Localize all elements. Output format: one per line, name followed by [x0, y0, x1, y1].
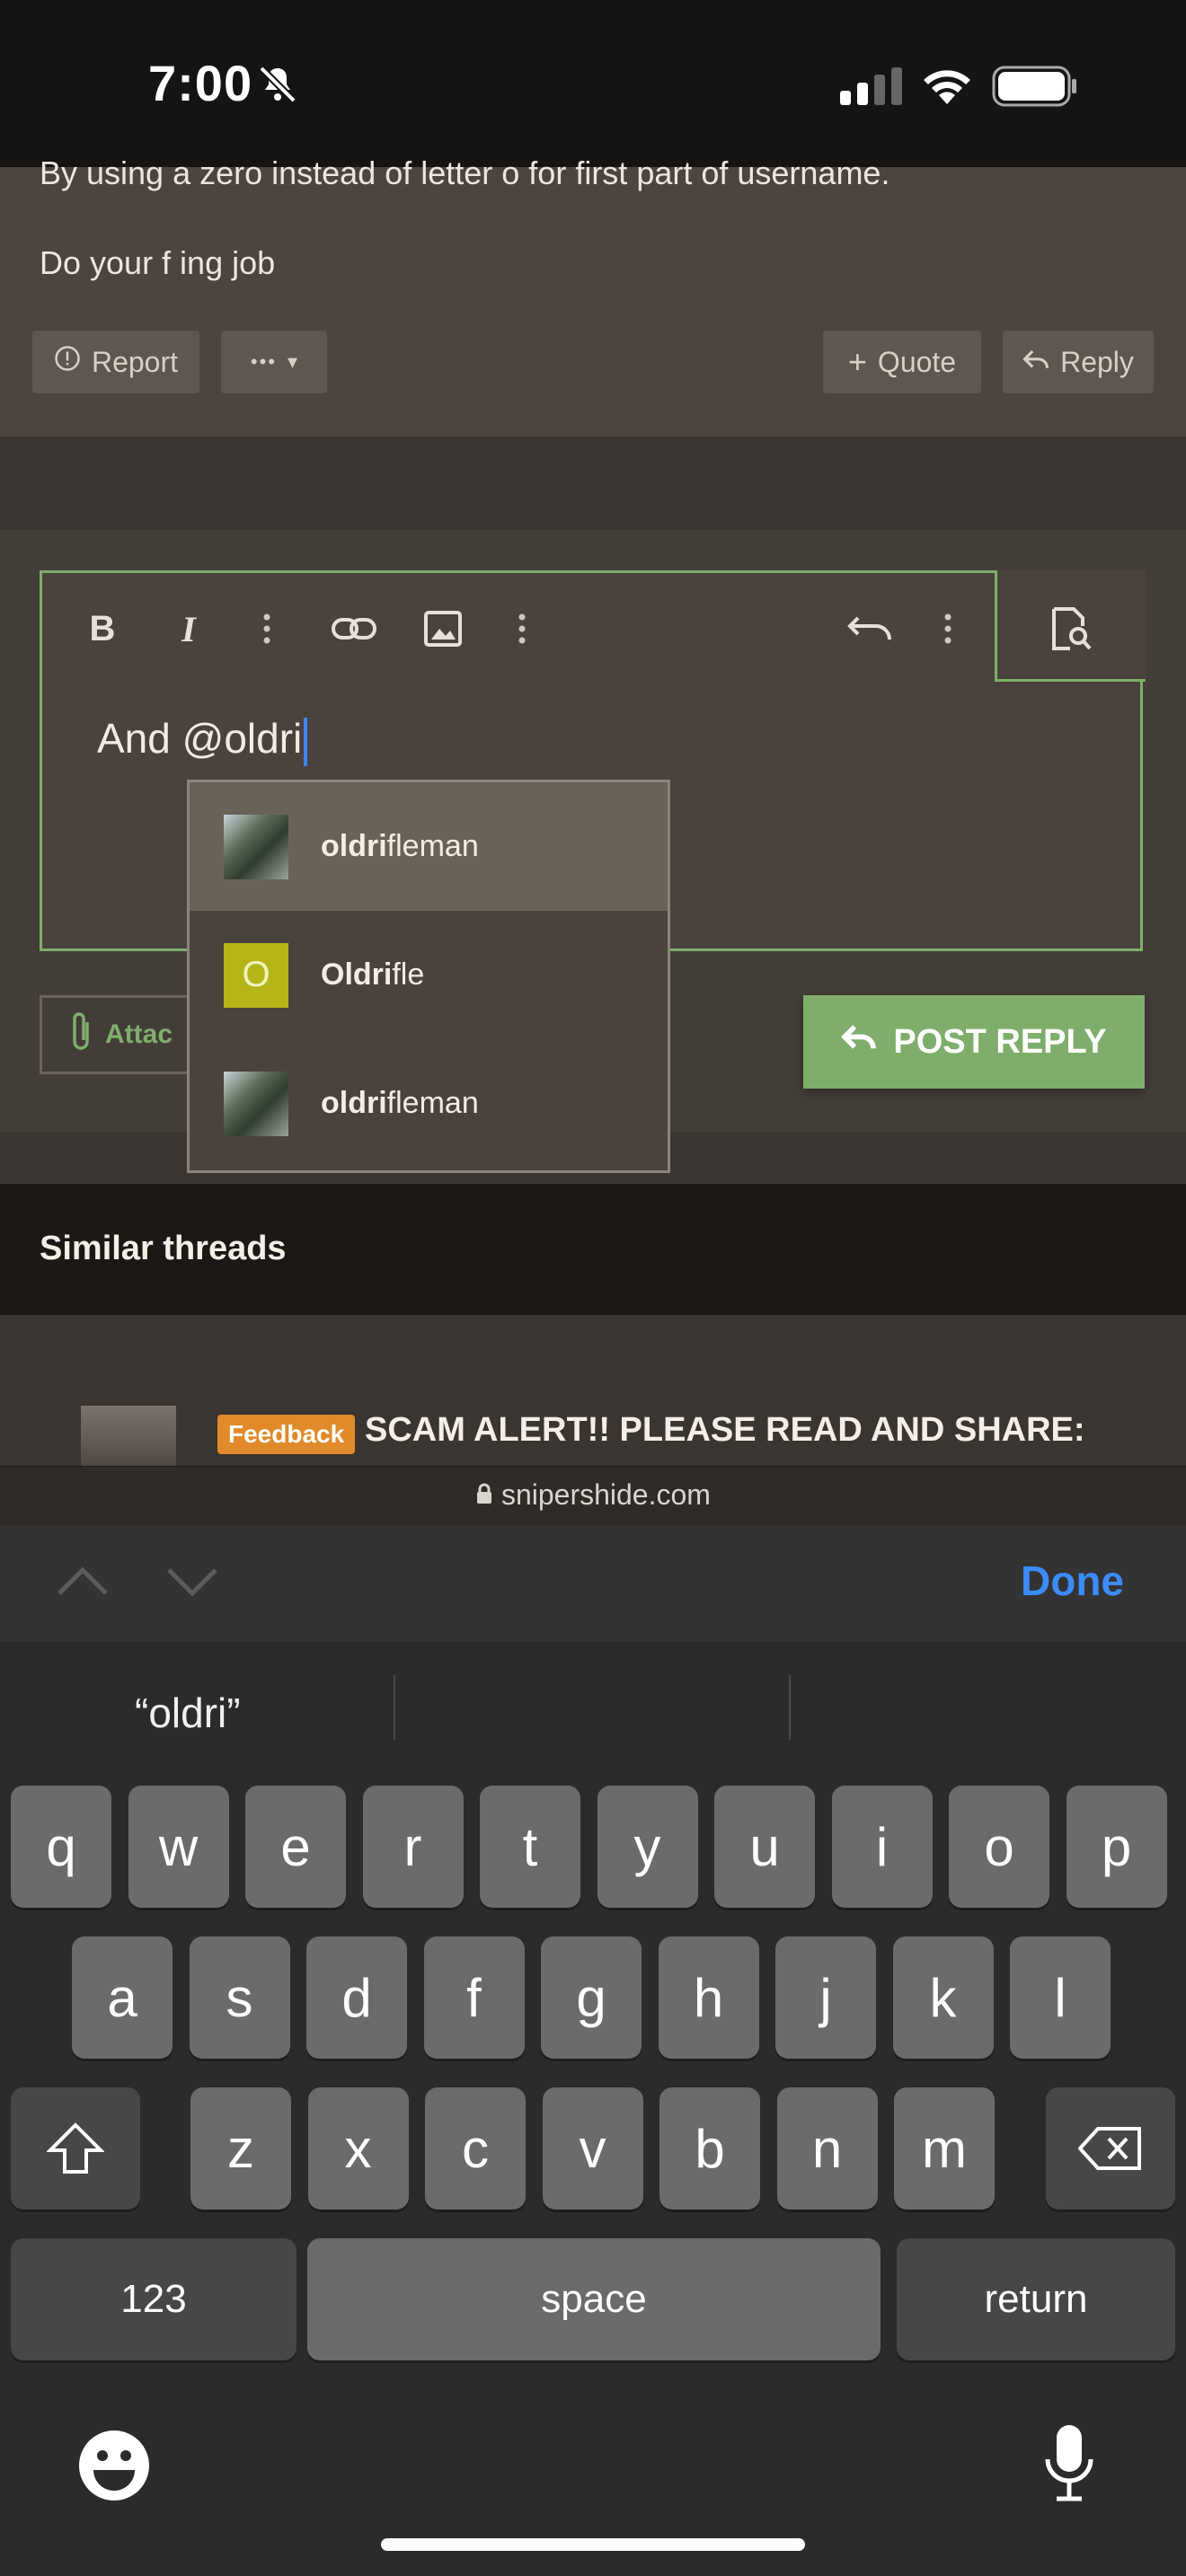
wifi-icon — [919, 65, 975, 110]
post-text-line: Do your f ing job — [40, 244, 276, 281]
silent-bell-icon — [256, 63, 299, 110]
key-g[interactable]: g — [541, 1936, 642, 2059]
key-e[interactable]: e — [245, 1786, 346, 1908]
key-p[interactable]: p — [1066, 1786, 1167, 1908]
user-avatar — [224, 1071, 288, 1136]
mention-suggestion-item[interactable]: oldrifleman — [190, 1039, 668, 1168]
key-s[interactable]: s — [189, 1936, 290, 2059]
key-n[interactable]: n — [776, 2087, 878, 2210]
next-field-button[interactable] — [165, 1563, 219, 1603]
mention-username: Oldrifle — [321, 957, 425, 992]
key-b[interactable]: b — [659, 2087, 760, 2210]
reply-label: Reply — [1060, 345, 1134, 378]
caret-down-icon: ▾ — [288, 350, 298, 373]
mention-suggestion-item[interactable]: oldrifleman — [190, 782, 668, 911]
predictive-suggestion[interactable]: “oldri” — [135, 1689, 241, 1737]
more-label: ••• — [250, 350, 278, 373]
key-q[interactable]: q — [11, 1786, 111, 1908]
more-vertical-icon[interactable] — [253, 602, 280, 656]
shift-key-icon[interactable] — [11, 2087, 140, 2210]
key-r[interactable]: r — [362, 1786, 464, 1908]
key-x[interactable]: x — [307, 2087, 409, 2210]
backspace-key-icon[interactable] — [1046, 2087, 1175, 2210]
key-z[interactable]: z — [190, 2087, 291, 2210]
thread-prefix-badge: Feedback — [217, 1415, 356, 1454]
quote-button[interactable]: + Quote — [823, 331, 981, 393]
preview-icon — [1044, 602, 1098, 656]
space-key[interactable]: space — [307, 2238, 881, 2360]
reply-arrow-icon — [841, 1023, 877, 1062]
reply-arrow-icon — [1022, 346, 1049, 379]
reply-button[interactable]: Reply — [1003, 331, 1154, 393]
thread-title-link[interactable]: SCAM ALERT!! PLEASE READ AND SHARE: — [365, 1411, 1085, 1450]
divider — [789, 1675, 791, 1740]
thread-author-avatar[interactable] — [81, 1406, 176, 1469]
user-avatar — [224, 814, 288, 879]
mention-suggestion-item[interactable]: O Oldrifle — [190, 911, 668, 1039]
battery-icon — [992, 66, 1078, 111]
signal-icon — [840, 67, 903, 110]
image-icon[interactable] — [420, 602, 465, 656]
text-caret — [304, 717, 308, 766]
key-m[interactable]: m — [894, 2087, 995, 2210]
return-key[interactable]: return — [897, 2238, 1175, 2360]
post-reply-button[interactable]: POST REPLY — [803, 995, 1145, 1089]
lock-icon — [475, 1478, 493, 1511]
similar-threads-title: Similar threads — [40, 1230, 287, 1267]
key-l[interactable]: l — [1010, 1936, 1111, 2059]
quote-label: Quote — [877, 345, 957, 378]
link-icon[interactable] — [329, 602, 379, 656]
plus-icon: + — [847, 343, 867, 380]
divider — [394, 1675, 395, 1740]
key-a[interactable]: a — [72, 1936, 173, 2059]
attach-files-button[interactable]: Attac — [40, 995, 192, 1074]
status-time: 7:00 — [148, 55, 253, 111]
key-v[interactable]: v — [542, 2087, 643, 2210]
previous-field-button[interactable] — [56, 1563, 110, 1603]
key-w[interactable]: w — [128, 1786, 229, 1908]
post-card — [0, 167, 1186, 437]
key-i[interactable]: i — [831, 1786, 933, 1908]
undo-icon[interactable] — [845, 602, 895, 656]
key-k[interactable]: k — [892, 1936, 994, 2059]
key-o[interactable]: o — [949, 1786, 1049, 1908]
key-h[interactable]: h — [658, 1936, 759, 2059]
more-vertical-icon[interactable] — [934, 602, 961, 656]
section-divider — [0, 437, 1186, 530]
url-display[interactable]: snipershide.com — [0, 1478, 1186, 1512]
report-button[interactable]: Report — [32, 331, 199, 393]
key-y[interactable]: y — [597, 1786, 698, 1908]
report-label: Report — [91, 345, 179, 378]
mention-username: oldrifleman — [321, 1086, 479, 1120]
microphone-icon[interactable] — [1042, 2423, 1096, 2509]
key-f[interactable]: f — [423, 1936, 525, 2059]
home-indicator — [381, 2538, 805, 2551]
more-vertical-icon[interactable] — [509, 602, 535, 656]
more-options-button[interactable]: ••• ▾ — [221, 331, 327, 393]
editor-content[interactable]: And @oldri — [97, 714, 308, 766]
numbers-key[interactable]: 123 — [11, 2238, 296, 2360]
mention-suggestions-dropdown: oldrifleman O Oldrifle oldrifleman — [187, 780, 670, 1173]
attach-label: Attac — [105, 1019, 173, 1049]
key-u[interactable]: u — [714, 1786, 815, 1908]
paperclip-icon — [69, 1010, 93, 1060]
key-t[interactable]: t — [480, 1786, 580, 1908]
editor-text: And @oldri — [97, 715, 303, 762]
done-button[interactable]: Done — [1021, 1557, 1124, 1605]
user-avatar: O — [224, 942, 288, 1008]
emoji-icon[interactable] — [77, 2429, 151, 2507]
post-reply-label: POST REPLY — [893, 1022, 1107, 1061]
mention-username: oldrifleman — [321, 829, 479, 863]
key-j[interactable]: j — [775, 1936, 876, 2059]
italic-button[interactable]: I — [169, 602, 208, 656]
key-c[interactable]: c — [425, 2087, 526, 2210]
url-text: snipershide.com — [500, 1478, 711, 1511]
bold-button[interactable]: B — [83, 602, 122, 656]
alert-icon — [54, 345, 81, 379]
key-d[interactable]: d — [306, 1936, 407, 2059]
post-text-line: By using a zero instead of letter o for … — [40, 154, 890, 191]
